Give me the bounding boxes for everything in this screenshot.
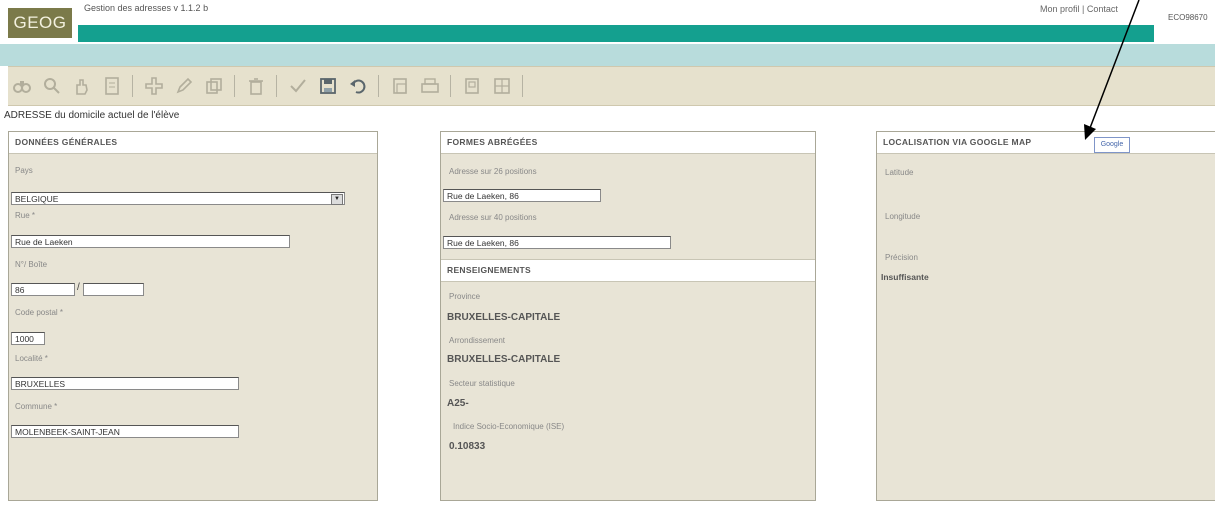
precision-label: Précision xyxy=(885,253,918,262)
commune-label: Commune * xyxy=(15,402,58,411)
google-map-button[interactable]: Google xyxy=(1094,137,1130,153)
copy-icon[interactable] xyxy=(204,76,224,96)
country-label: Pays xyxy=(15,166,33,175)
province-label: Province xyxy=(449,292,481,301)
header-bar xyxy=(78,25,1154,42)
country-select[interactable]: BELGIQUE ▼ xyxy=(11,192,345,205)
addr40-label: Adresse sur 40 positions xyxy=(449,213,537,222)
save-icon[interactable] xyxy=(318,76,338,96)
country-value: BELGIQUE xyxy=(15,194,59,204)
box-input[interactable] xyxy=(83,283,144,296)
sub-header-band xyxy=(0,44,1215,66)
number-label: N°/ Boîte xyxy=(15,260,48,269)
info-section-title: RENSEIGNEMENTS xyxy=(441,259,815,282)
location-panel-title: LOCALISATION VIA GOOGLE MAP xyxy=(877,132,1215,154)
toolbar-separator xyxy=(276,75,277,97)
toolbar-separator xyxy=(522,75,523,97)
location-panel: LOCALISATION VIA GOOGLE MAP Google Latit… xyxy=(876,131,1215,501)
stat-sector-value: A25- xyxy=(447,398,469,409)
postal-code-label: Code postal * xyxy=(15,308,64,317)
app-title: Gestion des adresses v 1.1.2 b xyxy=(84,3,209,13)
undo-icon[interactable] xyxy=(348,76,368,96)
search-icon[interactable] xyxy=(42,76,62,96)
binoculars-icon[interactable] xyxy=(12,76,32,96)
latitude-label: Latitude xyxy=(885,168,914,177)
short-forms-panel: FORMES ABRÉGÉES Adresse sur 26 positions… xyxy=(440,131,816,501)
commune-input[interactable]: MOLENBEEK-SAINT-JEAN xyxy=(11,425,239,438)
edit-icon[interactable] xyxy=(174,76,194,96)
user-id: ECO98670 xyxy=(1168,13,1208,22)
province-value: BRUXELLES-CAPITALE xyxy=(447,312,561,323)
grid-icon[interactable] xyxy=(492,76,512,96)
general-panel: DONNÉES GÉNÉRALES Pays BELGIQUE ▼ Rue * … xyxy=(8,131,378,501)
hand-icon[interactable] xyxy=(72,76,92,96)
toolbar-separator xyxy=(450,75,451,97)
district-label: Arrondissement xyxy=(449,336,506,345)
separator-slash: / xyxy=(77,282,80,293)
locality-label: Localité * xyxy=(15,354,48,363)
toolbar-separator xyxy=(234,75,235,97)
document-icon[interactable] xyxy=(102,76,122,96)
postal-code-input[interactable]: 1000 xyxy=(11,332,45,345)
district-value: BRUXELLES-CAPITALE xyxy=(447,354,561,365)
addr26-input[interactable]: Rue de Laeken, 86 xyxy=(443,189,601,202)
chevron-down-icon[interactable]: ▼ xyxy=(331,194,343,205)
delete-icon[interactable] xyxy=(246,76,266,96)
addr26-label: Adresse sur 26 positions xyxy=(449,167,537,176)
check-icon[interactable] xyxy=(288,76,308,96)
page-title: ADRESSE du domicile actuel de l'élève xyxy=(4,110,180,121)
short-forms-panel-title: FORMES ABRÉGÉES xyxy=(441,132,815,154)
street-label: Rue * xyxy=(15,211,36,220)
toolbar-separator xyxy=(378,75,379,97)
add-icon[interactable] xyxy=(144,76,164,96)
longitude-label: Longitude xyxy=(885,212,921,221)
addr40-input[interactable]: Rue de Laeken, 86 xyxy=(443,236,671,249)
precision-value: Insuffisante xyxy=(881,272,929,282)
page-icon[interactable] xyxy=(390,76,410,96)
stat-sector-label: Secteur statistique xyxy=(449,379,515,388)
toolbar-separator xyxy=(132,75,133,97)
ise-value: 0.10833 xyxy=(449,441,486,452)
app-logo[interactable]: GEOG xyxy=(8,8,72,38)
number-input[interactable]: 86 xyxy=(11,283,75,296)
top-links[interactable]: Mon profil | Contact xyxy=(1040,4,1118,14)
ise-label: Indice Socio-Economique (ISE) xyxy=(453,422,565,431)
notes-icon[interactable] xyxy=(462,76,482,96)
toolbar xyxy=(8,66,1215,106)
print-icon[interactable] xyxy=(420,76,440,96)
general-panel-title: DONNÉES GÉNÉRALES xyxy=(9,132,377,154)
locality-input[interactable]: BRUXELLES xyxy=(11,377,239,390)
street-input[interactable]: Rue de Laeken xyxy=(11,235,290,248)
